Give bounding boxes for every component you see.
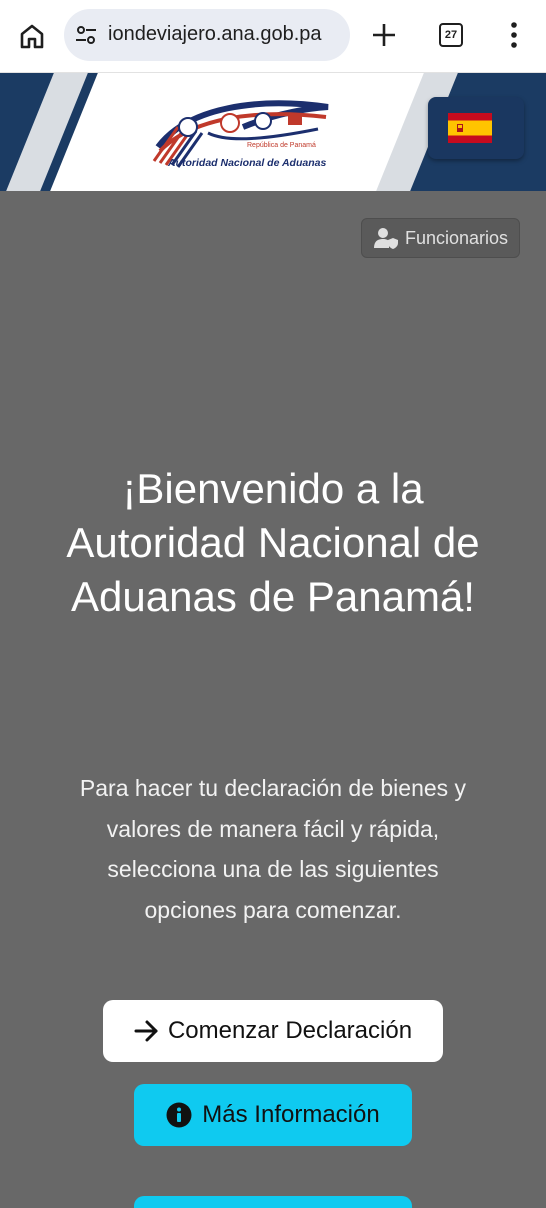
home-icon[interactable]	[14, 18, 50, 54]
spain-flag-icon	[448, 113, 492, 143]
address-bar[interactable]: iondeviajero.ana.gob.pa	[64, 9, 350, 61]
tab-switcher-icon[interactable]: 27	[439, 23, 463, 47]
next-button-partial[interactable]	[134, 1196, 412, 1208]
browser-toolbar: iondeviajero.ana.gob.pa 27	[0, 0, 546, 73]
logo-title: Autoridad Nacional de Aduanas	[168, 157, 327, 169]
arrow-right-icon	[134, 1020, 158, 1042]
site-header: República de Panamá Autoridad Nacional d…	[0, 73, 546, 191]
info-circle-icon	[166, 1102, 192, 1128]
more-information-button[interactable]: Más Información	[134, 1084, 412, 1146]
logo-subtitle: República de Panamá	[247, 142, 316, 149]
start-declaration-label: Comenzar Declaración	[167, 1017, 413, 1044]
new-tab-icon[interactable]	[370, 21, 398, 49]
site-settings-icon[interactable]	[74, 24, 98, 46]
start-declaration-button[interactable]: Comenzar Declaración	[103, 1000, 443, 1062]
language-selector[interactable]	[428, 97, 524, 159]
welcome-description: Para hacer tu declaración de bienes y va…	[79, 775, 467, 923]
more-information-label: Más Información	[202, 1101, 380, 1128]
overflow-menu-icon[interactable]	[504, 20, 524, 50]
welcome-title: ¡Bienvenido a la Autoridad Nacional de A…	[66, 465, 480, 620]
officials-button[interactable]: Funcionarios	[361, 218, 520, 258]
url-text[interactable]: iondeviajero.ana.gob.pa	[108, 23, 344, 46]
officials-button-label: Funcionarios	[404, 227, 509, 248]
user-shield-icon	[373, 228, 398, 249]
